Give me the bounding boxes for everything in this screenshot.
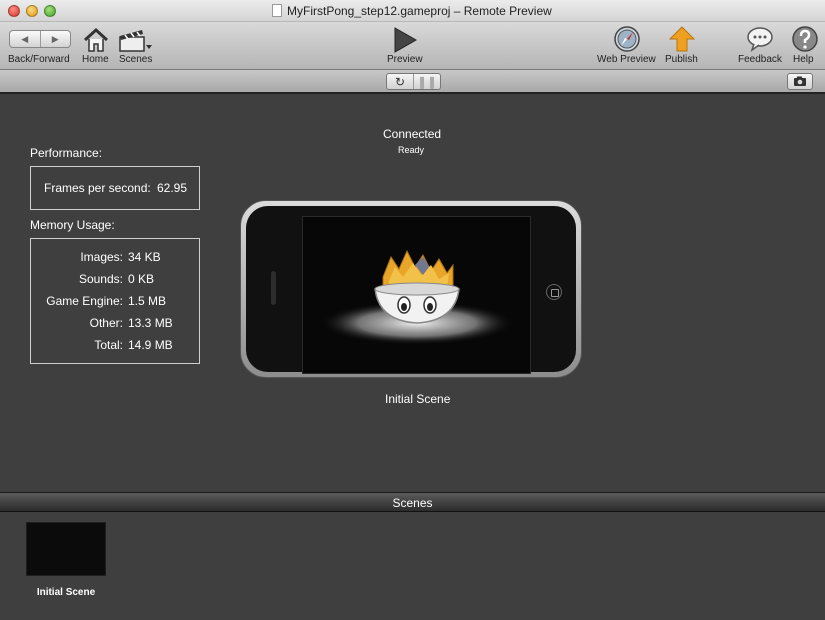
document-icon xyxy=(272,4,282,17)
fps-value: 62.95 xyxy=(157,181,188,195)
memory-box: Images: 34 KB Sounds: 0 KB Game Engine: … xyxy=(30,238,200,364)
memory-row: Other: 13.3 MB xyxy=(31,316,199,330)
playback-controls: ↻ ❚❚ xyxy=(386,73,441,90)
help-icon[interactable] xyxy=(791,25,819,53)
toolbar: ◀ ▶ Back/Forward Home Scenes Preview Web… xyxy=(0,22,825,70)
help-label: Help xyxy=(793,54,814,65)
pause-button[interactable]: ❚❚ xyxy=(414,74,440,89)
scene-thumbnail[interactable] xyxy=(26,522,106,576)
memory-row: Game Engine: 1.5 MB xyxy=(31,294,199,308)
scenes-panel-header: Scenes xyxy=(0,492,825,512)
memory-row: Sounds: 0 KB xyxy=(31,272,199,286)
home-icon[interactable] xyxy=(82,26,110,54)
phone-body xyxy=(246,206,576,374)
window-zoom-button[interactable] xyxy=(44,5,56,17)
back-button[interactable]: ◀ xyxy=(10,31,41,47)
memory-row: Images: 34 KB xyxy=(31,250,199,264)
window-title: MyFirstPong_step12.gameproj – Remote Pre… xyxy=(287,4,552,18)
device-scene-label: Initial Scene xyxy=(385,392,451,406)
memory-row-value: 0 KB xyxy=(128,272,155,286)
memory-heading: Memory Usage: xyxy=(30,218,115,232)
scenes-label: Scenes xyxy=(119,54,153,65)
web-preview-compass-icon[interactable] xyxy=(613,25,641,53)
scenes-panel-title: Scenes xyxy=(392,496,433,510)
connection-state: Ready xyxy=(398,145,425,155)
memory-row-value: 1.5 MB xyxy=(128,294,167,308)
fps-label: Frames per second: xyxy=(44,181,151,195)
device-preview-phone xyxy=(240,200,582,378)
window-titlebar: MyFirstPong_step12.gameproj – Remote Pre… xyxy=(0,0,825,22)
preview-play-icon[interactable] xyxy=(392,26,418,54)
memory-row-value: 14.9 MB xyxy=(128,338,173,352)
memory-row-value: 13.3 MB xyxy=(128,316,173,330)
memory-row-label: Game Engine: xyxy=(46,294,123,308)
remote-preview-panel: Connected Ready Performance: Frames per … xyxy=(0,96,825,492)
camera-icon xyxy=(794,76,806,86)
window-close-button[interactable] xyxy=(8,5,20,17)
performance-heading: Performance: xyxy=(30,146,103,160)
back-forward-label: Back/Forward xyxy=(8,54,70,65)
memory-row-label: Other: xyxy=(89,316,123,330)
publish-label: Publish xyxy=(665,54,698,65)
back-forward-control[interactable]: ◀ ▶ xyxy=(9,30,71,48)
memory-row-label: Sounds: xyxy=(78,272,123,286)
memory-row-value: 34 KB xyxy=(128,250,161,264)
scenes-clapperboard-icon[interactable] xyxy=(117,27,153,53)
feedback-speech-bubble-icon[interactable] xyxy=(746,26,774,52)
performance-box: Frames per second: 62.95 xyxy=(30,166,200,210)
memory-row-label: Images: xyxy=(80,250,123,264)
scenes-panel: Initial Scene xyxy=(0,512,825,620)
device-screen[interactable] xyxy=(302,216,531,374)
gamesalad-logo-icon xyxy=(319,249,515,345)
memory-row: Total: 14.9 MB xyxy=(31,338,199,352)
refresh-button[interactable]: ↻ xyxy=(387,74,414,89)
feedback-label: Feedback xyxy=(738,54,782,65)
memory-row-label: Total: xyxy=(94,338,123,352)
home-label: Home xyxy=(82,54,109,65)
web-preview-label: Web Preview xyxy=(597,54,656,65)
connection-status: Connected xyxy=(383,127,442,141)
scene-thumbnail-label: Initial Scene xyxy=(36,587,96,598)
preview-label: Preview xyxy=(387,54,423,65)
screenshot-button[interactable] xyxy=(787,73,813,90)
phone-speaker xyxy=(271,271,276,305)
phone-home-button xyxy=(546,284,562,300)
preview-controls-bar: ↻ ❚❚ xyxy=(0,70,825,94)
forward-button[interactable]: ▶ xyxy=(41,31,71,47)
publish-arrow-icon[interactable] xyxy=(668,25,696,53)
window-minimize-button[interactable] xyxy=(26,5,38,17)
